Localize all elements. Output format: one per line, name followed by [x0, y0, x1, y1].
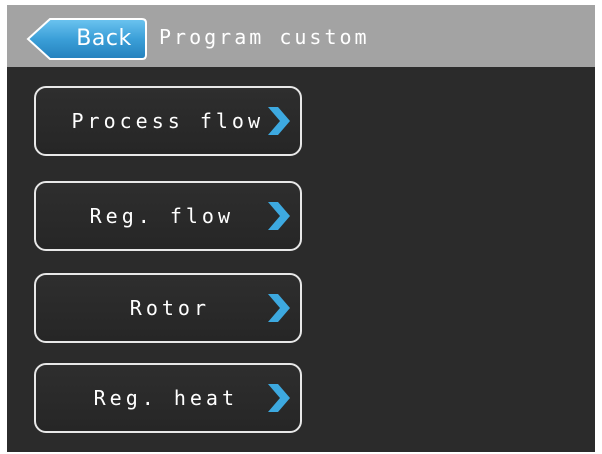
- chevron-right-icon: [268, 202, 290, 230]
- page-title: Program custom: [159, 25, 370, 49]
- reg-heat-label: Reg. heat: [93, 386, 238, 410]
- back-button-label: Back: [76, 26, 132, 51]
- chevron-right-icon: [268, 294, 290, 322]
- rotor-button[interactable]: Rotor: [34, 273, 302, 343]
- process-flow-button[interactable]: Process flow: [34, 86, 302, 156]
- reg-flow-button[interactable]: Reg. flow: [34, 181, 302, 251]
- rotor-label: Rotor: [129, 296, 210, 320]
- reg-flow-label: Reg. flow: [89, 204, 234, 228]
- header-bar: Back Program custom: [7, 5, 595, 67]
- screen: Back Program custom Process flow Reg. fl…: [7, 5, 595, 452]
- back-button[interactable]: Back: [26, 17, 148, 61]
- chevron-right-icon: [268, 384, 290, 412]
- chevron-right-icon: [268, 107, 290, 135]
- reg-heat-button[interactable]: Reg. heat: [34, 363, 302, 433]
- process-flow-label: Process flow: [71, 109, 264, 133]
